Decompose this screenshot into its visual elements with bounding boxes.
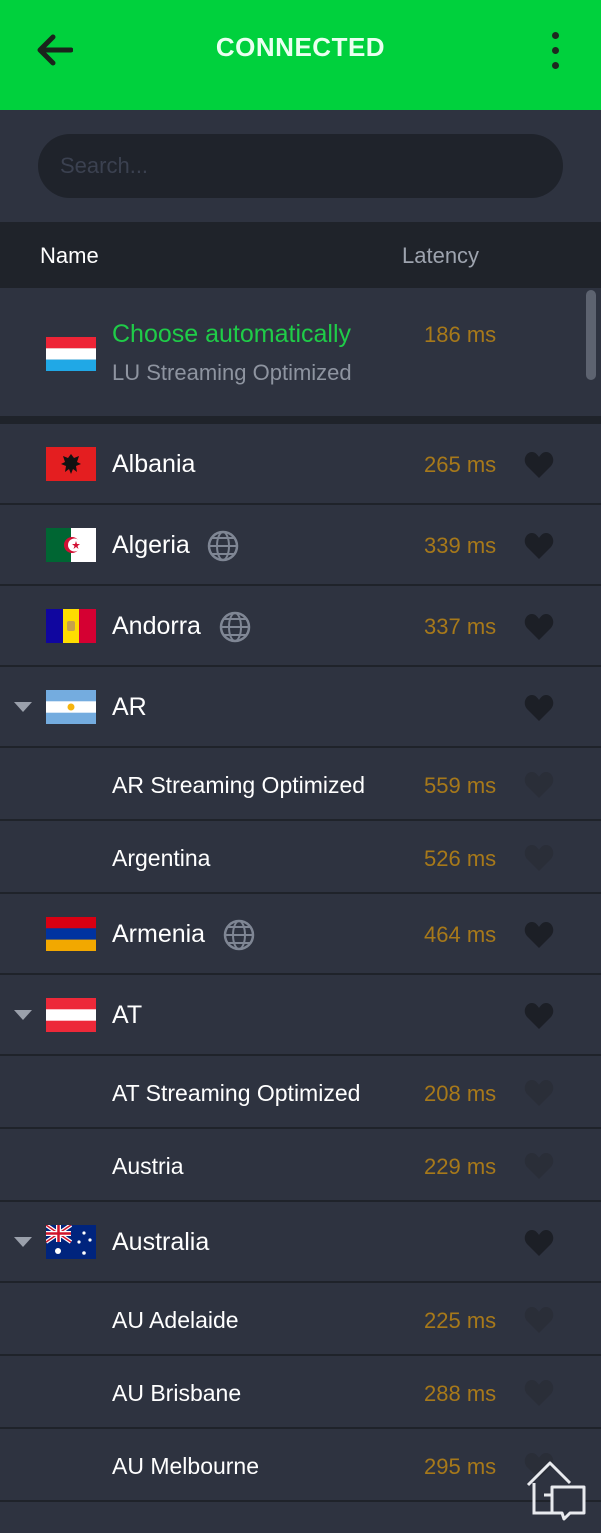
server-row-armenia[interactable]: Armenia 464 ms xyxy=(0,894,601,975)
latency-value: 339 ms xyxy=(424,533,497,558)
back-button[interactable] xyxy=(30,27,80,73)
latency-value: 208 ms xyxy=(424,1081,497,1106)
choose-automatically-label: Choose automatically xyxy=(112,320,352,348)
server-name: Andorra xyxy=(112,612,201,640)
latency-value: 265 ms xyxy=(424,452,497,477)
server-group-at[interactable]: AT xyxy=(0,975,601,1056)
group-name: AT xyxy=(112,1001,143,1029)
server-row-algeria[interactable]: Algeria 339 ms xyxy=(0,505,601,586)
arrow-left-icon xyxy=(37,34,73,66)
server-row-au-brisbane[interactable]: AU Brisbane 288 ms xyxy=(0,1356,601,1429)
connection-status-title: CONNECTED xyxy=(215,32,386,62)
luxembourg-flag-icon xyxy=(46,337,96,371)
server-row-argentina[interactable]: Argentina 526 ms xyxy=(0,821,601,894)
algeria-flag-icon xyxy=(46,528,96,562)
server-name: AU Adelaide xyxy=(112,1307,239,1333)
tor-globe-icon xyxy=(207,530,239,562)
search-input[interactable] xyxy=(38,134,563,198)
favorite-heart-icon[interactable] xyxy=(524,532,554,560)
latency-column-label[interactable]: Latency xyxy=(402,243,479,269)
server-name: Albania xyxy=(112,450,196,478)
latency-value: 186 ms xyxy=(424,322,497,347)
latency-value: 464 ms xyxy=(424,922,497,947)
server-name: AT Streaming Optimized xyxy=(112,1080,361,1106)
latency-value: 288 ms xyxy=(424,1381,497,1406)
favorite-heart-icon[interactable] xyxy=(524,921,554,949)
server-row-at-streaming-optimized[interactable]: AT Streaming Optimized 208 ms xyxy=(0,1056,601,1129)
divider xyxy=(0,416,601,424)
favorite-heart-icon[interactable] xyxy=(524,1379,554,1407)
andorra-flag-icon xyxy=(46,609,96,643)
armenia-flag-icon xyxy=(46,917,96,951)
favorite-heart-icon[interactable] xyxy=(524,1152,554,1180)
choose-automatically-row[interactable]: Choose automatically LU Streaming Optimi… xyxy=(0,288,601,416)
server-name: AU Brisbane xyxy=(112,1380,242,1406)
latency-value: 295 ms xyxy=(424,1454,497,1479)
server-group-ar[interactable]: AR xyxy=(0,667,601,748)
scrollbar-thumb[interactable] xyxy=(586,290,596,380)
austria-flag-icon xyxy=(46,998,96,1032)
name-column-label[interactable]: Name xyxy=(40,243,99,269)
server-name: Austria xyxy=(112,1153,184,1179)
auto-server-label: LU Streaming Optimized xyxy=(112,360,352,385)
chevron-down-icon[interactable] xyxy=(12,700,34,714)
server-row-au-melbourne[interactable]: AU Melbourne 295 ms xyxy=(0,1429,601,1502)
server-group-australia[interactable]: Australia xyxy=(0,1202,601,1283)
list-column-header: Name Latency xyxy=(0,222,601,288)
favorite-heart-icon[interactable] xyxy=(524,1306,554,1334)
server-row-andorra[interactable]: Andorra 337 ms xyxy=(0,586,601,667)
latency-value: 225 ms xyxy=(424,1308,497,1333)
server-name: Armenia xyxy=(112,920,206,948)
server-name: AU Melbourne xyxy=(112,1453,260,1479)
latency-value: 229 ms xyxy=(424,1154,497,1179)
favorite-heart-icon[interactable] xyxy=(524,694,554,722)
tor-globe-icon xyxy=(223,919,255,951)
more-options-button[interactable] xyxy=(535,25,575,75)
latency-value: 526 ms xyxy=(424,846,497,871)
server-name: Argentina xyxy=(112,845,211,871)
favorite-heart-icon[interactable] xyxy=(524,1002,554,1030)
server-row-ar-streaming-optimized[interactable]: AR Streaming Optimized 559 ms xyxy=(0,748,601,821)
favorite-heart-icon[interactable] xyxy=(524,1229,554,1257)
server-name: AR Streaming Optimized xyxy=(112,772,366,798)
albania-flag-icon xyxy=(46,447,96,481)
australia-flag-icon xyxy=(46,1225,96,1259)
server-row-albania[interactable]: Albania 265 ms xyxy=(0,424,601,505)
group-name: AR xyxy=(112,693,147,721)
home-overlay-icon[interactable] xyxy=(524,1455,590,1521)
favorite-heart-icon[interactable] xyxy=(524,844,554,872)
latency-value: 337 ms xyxy=(424,614,497,639)
chevron-down-icon[interactable] xyxy=(12,1235,34,1249)
chevron-down-icon[interactable] xyxy=(12,1008,34,1022)
search-bar xyxy=(0,110,601,222)
more-vert-icon xyxy=(551,31,559,39)
argentina-flag-icon xyxy=(46,690,96,724)
favorite-heart-icon[interactable] xyxy=(524,1079,554,1107)
server-row-au-adelaide[interactable]: AU Adelaide 225 ms xyxy=(0,1283,601,1356)
server-name: Algeria xyxy=(112,531,190,559)
top-bar: CONNECTED xyxy=(0,0,601,110)
server-list: Albania 265 ms Algeria 339 ms Andorra 33… xyxy=(0,424,601,1502)
group-name: Australia xyxy=(112,1228,210,1256)
favorite-heart-icon[interactable] xyxy=(524,771,554,799)
tor-globe-icon xyxy=(219,611,251,643)
server-row-austria[interactable]: Austria 229 ms xyxy=(0,1129,601,1202)
latency-value: 559 ms xyxy=(424,773,497,798)
favorite-heart-icon[interactable] xyxy=(524,613,554,641)
favorite-heart-icon[interactable] xyxy=(524,451,554,479)
